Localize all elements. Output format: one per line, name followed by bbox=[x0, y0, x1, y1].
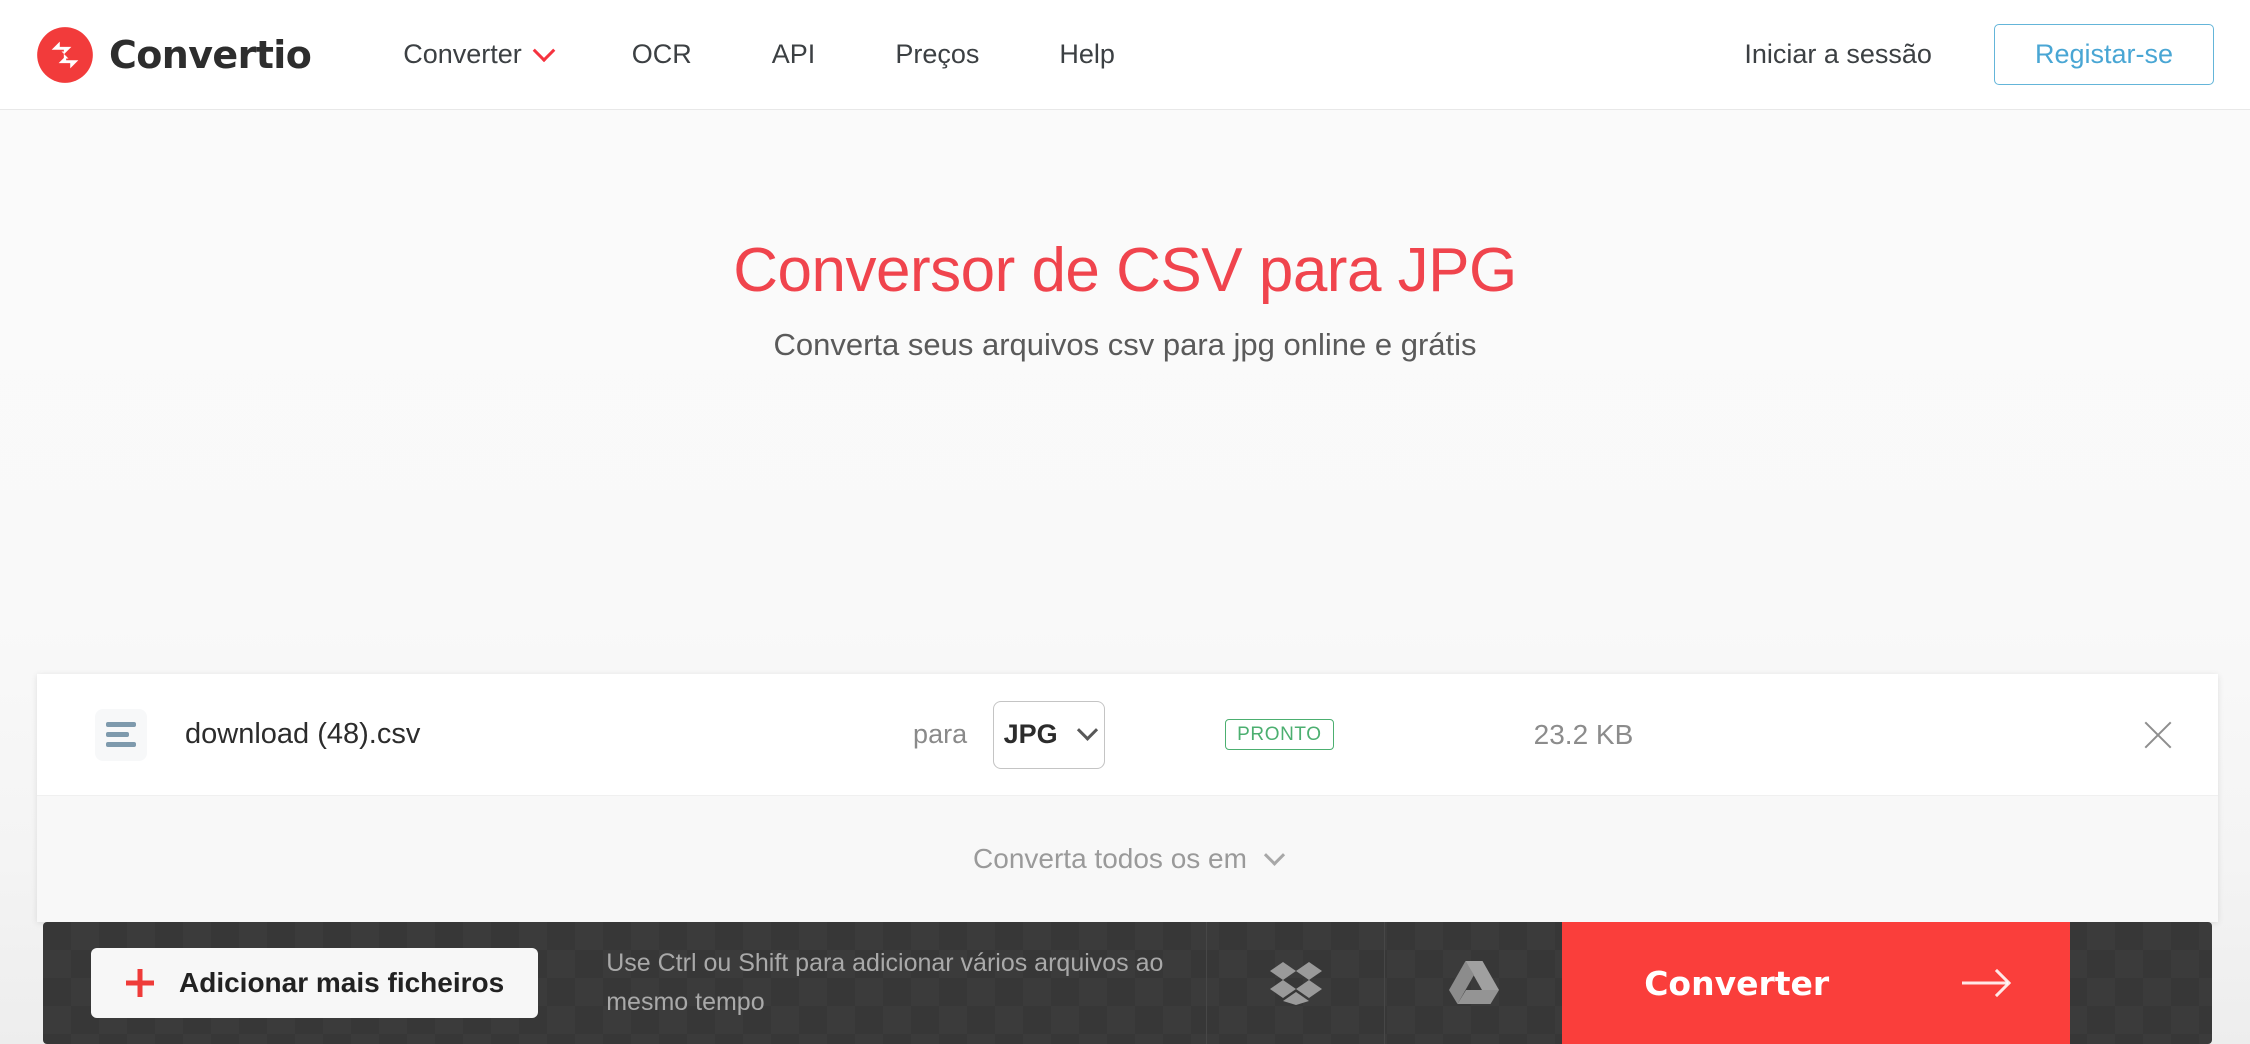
chevron-down-icon bbox=[1263, 844, 1286, 866]
remove-file-button[interactable] bbox=[2126, 703, 2190, 767]
arrow-right-icon bbox=[1962, 970, 2008, 996]
csv-file-icon bbox=[95, 708, 147, 761]
google-drive-upload-button[interactable] bbox=[1384, 922, 1562, 1044]
add-more-files-label: Adicionar mais ficheiros bbox=[179, 967, 505, 998]
nav-item-label: API bbox=[771, 39, 816, 69]
plus-icon bbox=[125, 968, 155, 998]
chevron-down-icon bbox=[532, 38, 556, 62]
convert-button[interactable]: Converter bbox=[1562, 922, 2071, 1044]
nav-item-converter[interactable]: Converter bbox=[391, 38, 592, 70]
dropbox-upload-button[interactable] bbox=[1206, 922, 1384, 1044]
file-name: download (48).csv bbox=[185, 718, 421, 750]
dropbox-icon bbox=[1269, 962, 1322, 1005]
convert-all-dropdown[interactable]: Converta todos os em bbox=[37, 796, 2218, 922]
nav-item-label: OCR bbox=[631, 39, 692, 69]
main-nav: Converter OCR API Preços Help bbox=[391, 38, 1155, 70]
nav-item-api[interactable]: API bbox=[732, 39, 856, 70]
nav-item-label: Converter bbox=[403, 39, 522, 69]
hero-section: Conversor de CSV para JPG Converta seus … bbox=[0, 110, 2250, 1044]
file-card: download (48).csv para JPG PRONTO 23.2 K… bbox=[37, 674, 2218, 922]
google-drive-icon bbox=[1448, 960, 1499, 1004]
header-actions: Iniciar a sessão Registar-se bbox=[1744, 24, 2214, 85]
login-link[interactable]: Iniciar a sessão bbox=[1744, 39, 1994, 70]
add-more-files-button[interactable]: Adicionar mais ficheiros bbox=[91, 948, 539, 1018]
site-header: Convertio Converter OCR API Preços Help … bbox=[0, 0, 2250, 110]
convert-all-label: Converta todos os em bbox=[973, 843, 1247, 874]
target-format-select[interactable]: JPG bbox=[993, 700, 1106, 769]
register-button[interactable]: Registar-se bbox=[1993, 24, 2214, 85]
file-size: 23.2 KB bbox=[1533, 718, 1634, 750]
chevron-down-icon bbox=[1076, 719, 1098, 741]
nav-item-help[interactable]: Help bbox=[1019, 39, 1155, 70]
status-badge: PRONTO bbox=[1225, 719, 1334, 750]
page-title: Conversor de CSV para JPG bbox=[733, 236, 1517, 305]
brand-logo[interactable]: Convertio bbox=[36, 26, 312, 84]
nav-item-label: Help bbox=[1059, 39, 1115, 69]
nav-item-ocr[interactable]: OCR bbox=[592, 39, 732, 70]
page-subtitle: Converta seus arquivos csv para jpg onli… bbox=[773, 327, 1477, 363]
page-root: Convertio Converter OCR API Preços Help … bbox=[0, 0, 2250, 1044]
converter-widget: download (48).csv para JPG PRONTO 23.2 K… bbox=[37, 674, 2218, 1044]
to-label: para bbox=[913, 719, 968, 749]
table-row: download (48).csv para JPG PRONTO 23.2 K… bbox=[37, 674, 2218, 796]
nav-item-label: Preços bbox=[895, 39, 980, 69]
nav-item-precos[interactable]: Preços bbox=[855, 39, 1019, 70]
action-toolbar: Adicionar mais ficheiros Use Ctrl ou Shi… bbox=[43, 922, 2212, 1044]
convertio-logo-icon bbox=[37, 26, 93, 83]
brand-name: Convertio bbox=[109, 32, 312, 77]
target-format-value: JPG bbox=[1003, 719, 1058, 749]
multi-select-hint: Use Ctrl ou Shift para adicionar vários … bbox=[606, 949, 1164, 1016]
convert-button-label: Converter bbox=[1644, 963, 1830, 1003]
